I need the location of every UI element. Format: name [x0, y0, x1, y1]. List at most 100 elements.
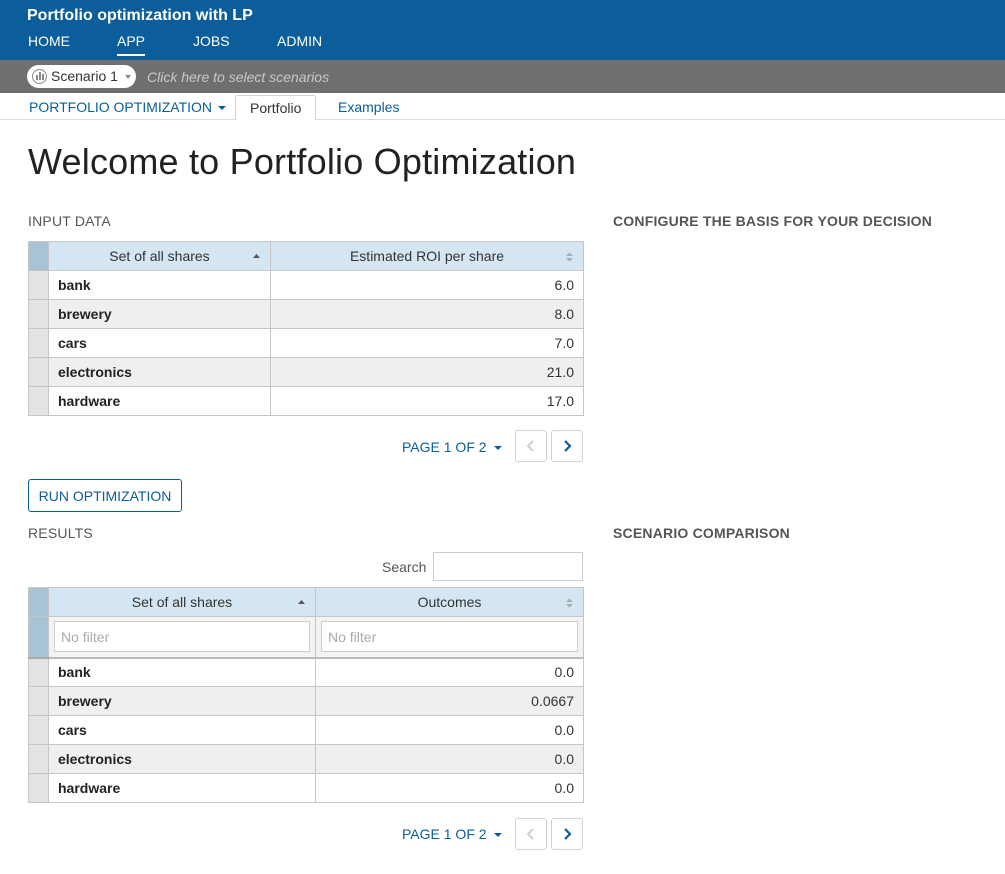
configure-title: CONFIGURE THE BASIS FOR YOUR DECISION	[613, 213, 933, 229]
share-name: brewery	[48, 299, 271, 329]
column-label: Outcomes	[417, 594, 482, 610]
table-row[interactable]: brewery 0.0667	[28, 686, 584, 716]
table-row[interactable]: cars 0.0	[28, 715, 584, 745]
share-name: bank	[48, 270, 271, 300]
app-header: Portfolio optimization with LP HOME APP …	[0, 0, 1005, 60]
column-header-shares[interactable]: Set of all shares	[48, 587, 316, 617]
results-table: Set of all shares Outcomes bank0.0 brewe…	[28, 587, 584, 803]
chevron-left-icon	[526, 440, 534, 452]
outcome-value: 0.0	[315, 744, 584, 774]
row-selector[interactable]	[28, 715, 49, 745]
chevron-right-icon	[564, 828, 572, 840]
column-label: Set of all shares	[109, 248, 210, 264]
results-title: RESULTS	[28, 525, 93, 541]
share-name: hardware	[48, 773, 316, 803]
caret-down-icon	[493, 833, 502, 838]
roi-value: 7.0	[270, 328, 584, 358]
scenario-comparison-title: SCENARIO COMPARISON	[613, 525, 790, 541]
share-name: cars	[48, 715, 316, 745]
sort-both-icon	[566, 598, 573, 608]
chevron-down-icon	[125, 75, 131, 79]
scenario-select-hint[interactable]: Click here to select scenarios	[147, 69, 329, 85]
row-selector[interactable]	[28, 686, 49, 716]
row-selector[interactable]	[28, 357, 49, 387]
row-selector	[28, 616, 49, 659]
column-header-roi[interactable]: Estimated ROI per share	[270, 241, 584, 271]
input-data-title: INPUT DATA	[28, 213, 111, 229]
nav-home[interactable]: HOME	[28, 33, 70, 54]
column-header-shares[interactable]: Set of all shares	[48, 241, 271, 271]
results-next-page-button[interactable]	[551, 818, 583, 850]
filter-cell	[315, 616, 584, 659]
caret-down-icon	[493, 446, 502, 451]
select-all-rows[interactable]	[28, 241, 49, 271]
share-name: electronics	[48, 357, 271, 387]
row-selector[interactable]	[28, 773, 49, 803]
outcomes-filter-input[interactable]	[321, 621, 578, 653]
nav-admin[interactable]: ADMIN	[277, 33, 322, 54]
table-row[interactable]: bank 6.0	[28, 270, 584, 300]
table-row[interactable]: cars 7.0	[28, 328, 584, 358]
table-row[interactable]: electronics 21.0	[28, 357, 584, 387]
input-data-table: Set of all shares Estimated ROI per shar…	[28, 241, 584, 416]
tab-portfolio[interactable]: Portfolio	[235, 95, 317, 121]
row-selector[interactable]	[28, 386, 49, 416]
table-row[interactable]: electronics 0.0	[28, 744, 584, 774]
column-header-outcomes[interactable]: Outcomes	[315, 587, 584, 617]
tab-dropdown-label: PORTFOLIO OPTIMIZATION	[29, 99, 213, 115]
row-selector[interactable]	[28, 744, 49, 774]
nav-jobs[interactable]: JOBS	[193, 33, 230, 54]
scenario-chart-icon	[32, 69, 47, 84]
column-label: Estimated ROI per share	[349, 248, 505, 264]
roi-value: 21.0	[270, 357, 584, 387]
input-page-selector[interactable]: PAGE 1 OF 2	[402, 439, 502, 455]
row-selector[interactable]	[28, 270, 49, 300]
tab-dropdown-portfolio-optimization[interactable]: PORTFOLIO OPTIMIZATION	[29, 99, 227, 115]
nav-app[interactable]: APP	[117, 33, 146, 56]
column-label: Set of all shares	[131, 594, 233, 610]
results-prev-page-button[interactable]	[515, 818, 547, 850]
share-name: electronics	[48, 744, 316, 774]
filter-cell	[48, 616, 316, 659]
run-optimization-button[interactable]: RUN OPTIMIZATION	[28, 479, 182, 512]
select-all-rows[interactable]	[28, 587, 49, 617]
share-name: brewery	[48, 686, 316, 716]
table-row[interactable]: brewery 8.0	[28, 299, 584, 329]
chevron-right-icon	[564, 440, 572, 452]
sort-ascending-icon	[253, 254, 260, 258]
share-name: cars	[48, 328, 271, 358]
page-label: PAGE 1 OF 2	[402, 439, 487, 455]
input-prev-page-button[interactable]	[515, 430, 547, 462]
table-row[interactable]: hardware 0.0	[28, 773, 584, 803]
outcome-value: 0.0	[315, 715, 584, 745]
main-nav: HOME APP JOBS ADMIN	[0, 33, 1005, 60]
roi-value: 6.0	[270, 270, 584, 300]
row-selector[interactable]	[28, 328, 49, 358]
outcome-value: 0.0	[315, 657, 584, 687]
chevron-left-icon	[526, 828, 534, 840]
roi-value: 17.0	[270, 386, 584, 416]
table-row[interactable]: hardware 17.0	[28, 386, 584, 416]
page-label: PAGE 1 OF 2	[402, 826, 487, 842]
sort-ascending-icon	[298, 600, 305, 604]
tab-examples[interactable]: Examples	[324, 95, 413, 121]
filter-row	[28, 616, 584, 659]
table-row[interactable]: bank 0.0	[28, 657, 584, 687]
scenario-bar: Scenario 1 Click here to select scenario…	[0, 60, 1005, 93]
share-name: hardware	[48, 386, 271, 416]
roi-value: 8.0	[270, 299, 584, 329]
app-title: Portfolio optimization with LP	[27, 7, 253, 24]
search-input[interactable]	[433, 552, 583, 581]
caret-down-icon	[218, 106, 227, 111]
outcome-value: 0.0	[315, 773, 584, 803]
tab-bar: PORTFOLIO OPTIMIZATION Portfolio Example…	[0, 93, 1005, 121]
shares-filter-input[interactable]	[54, 621, 310, 653]
row-selector[interactable]	[28, 299, 49, 329]
sort-both-icon	[566, 252, 573, 262]
input-next-page-button[interactable]	[551, 430, 583, 462]
scenario-selector[interactable]: Scenario 1	[27, 65, 136, 88]
row-selector[interactable]	[28, 657, 49, 687]
results-page-selector[interactable]: PAGE 1 OF 2	[402, 826, 502, 842]
scenario-name: Scenario 1	[51, 68, 118, 84]
outcome-value: 0.0667	[315, 686, 584, 716]
